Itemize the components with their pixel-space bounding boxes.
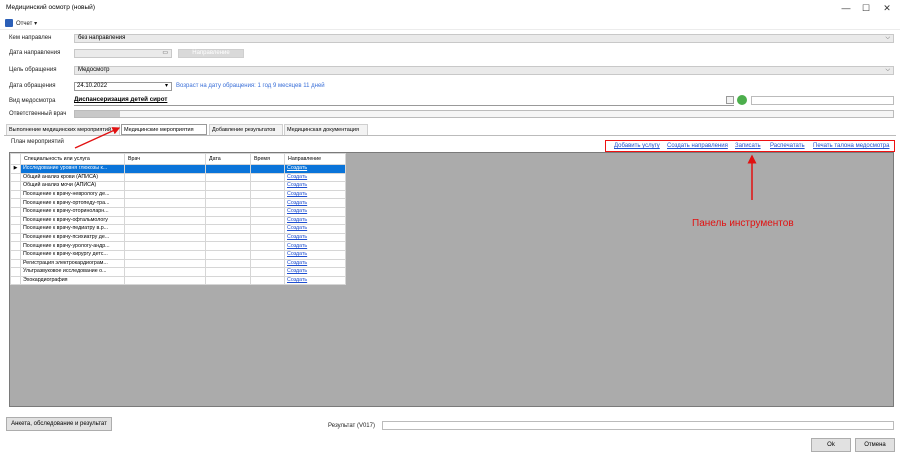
result-field[interactable] bbox=[382, 421, 894, 430]
arrow-to-tab bbox=[74, 127, 121, 149]
cancel-button[interactable]: Отмена bbox=[855, 438, 895, 452]
ok-button[interactable]: Ok bbox=[811, 438, 851, 452]
result-label: Результат (V017) bbox=[328, 423, 375, 429]
annotation-label: Панель инструментов bbox=[692, 218, 794, 229]
survey-button[interactable]: Анкета, обследование и результат bbox=[6, 417, 112, 431]
